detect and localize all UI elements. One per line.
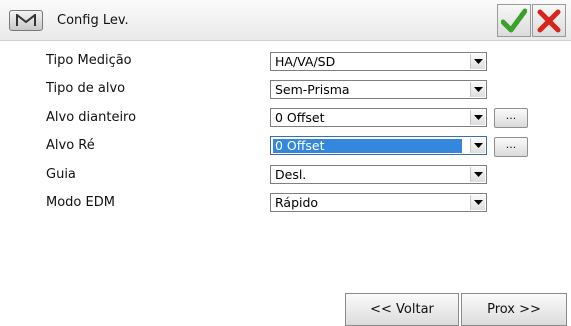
dropdown-arrow-icon[interactable] [470,138,485,153]
label-alvo-re: Alvo Ré [46,138,95,153]
cancel-button[interactable] [532,4,566,37]
select-value: Rápido [275,195,319,210]
label-tipo-medicao: Tipo Medição [46,53,132,68]
dropdown-arrow-icon[interactable] [470,82,485,97]
select-value: Desl. [275,167,307,182]
select-value: 0 Offset [273,139,462,153]
guia-select[interactable]: Desl. [270,165,487,184]
tipo-de-alvo-select[interactable]: Sem-Prisma [270,80,487,99]
label-tipo-de-alvo: Tipo de alvo [46,81,126,96]
dropdown-arrow-icon[interactable] [470,167,485,182]
modo-edm-select[interactable]: Rápido [270,193,487,212]
menu-button[interactable] [9,10,43,31]
select-value: Sem-Prisma [275,82,350,97]
tipo-medicao-select[interactable]: HA/VA/SD [270,52,487,71]
dropdown-arrow-icon[interactable] [470,110,485,125]
alvo-re-more-button[interactable]: ... [494,137,528,157]
close-icon [537,9,561,33]
ok-button[interactable] [497,4,531,37]
select-value: HA/VA/SD [275,54,336,69]
m-logo-icon [16,14,36,26]
dropdown-arrow-icon[interactable] [470,54,485,69]
checkmark-icon [501,8,527,33]
back-button[interactable]: << Voltar [345,293,459,326]
alvo-dianteiro-select[interactable]: 0 Offset [270,108,487,127]
label-alvo-dianteiro: Alvo dianteiro [46,110,137,125]
next-button[interactable]: Prox >> [461,293,567,326]
label-guia: Guia [46,167,76,182]
dropdown-arrow-icon[interactable] [470,195,485,210]
window-title: Config Lev. [57,13,129,28]
alvo-re-select[interactable]: 0 Offset [270,136,487,155]
label-modo-edm: Modo EDM [46,195,115,210]
alvo-dianteiro-more-button[interactable]: ... [494,108,528,128]
select-value: 0 Offset [275,110,325,125]
title-bar: Config Lev. [0,0,571,41]
